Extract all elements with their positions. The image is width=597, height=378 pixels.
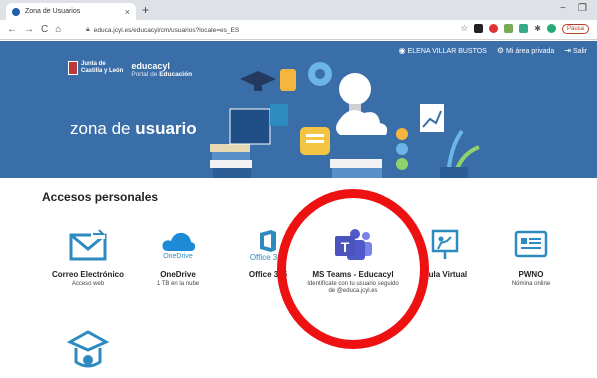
page-title: zona de usuario	[70, 119, 197, 139]
app-sub: Nómina online	[511, 281, 551, 287]
brand-name: educacyl	[131, 61, 170, 71]
portal-prefix: Portal de	[131, 71, 160, 78]
avatar[interactable]	[546, 24, 556, 33]
pwno-icon	[509, 226, 553, 264]
reload-icon[interactable]: C	[41, 24, 48, 35]
back-icon[interactable]: ←	[7, 24, 17, 35]
aula-virtual-icon	[423, 226, 467, 264]
zona-bold: usuario	[135, 119, 197, 138]
extension-icon[interactable]	[474, 24, 484, 33]
pause-badge[interactable]: Pausa	[561, 23, 589, 34]
portal-subtitle: Portal de Educación	[131, 71, 192, 78]
puzzle-icon[interactable]: ✱	[534, 24, 541, 33]
app-pwno[interactable]: PWNO Nómina online	[476, 226, 586, 288]
tab-title: Zona de Usuarios	[25, 8, 81, 15]
browser-tab[interactable]: Zona de Usuarios ×	[6, 3, 136, 20]
address-bar[interactable]: 🔒︎ educa.jcyl.es/educacyl/cm/usuarios?lo…	[86, 23, 466, 37]
section-title: Accesos personales	[42, 190, 159, 204]
office-icon: Office 365	[246, 226, 290, 264]
lock-icon: 🔒︎	[86, 26, 90, 33]
education-illustration	[210, 62, 480, 178]
zona-prefix: zona de	[70, 119, 136, 138]
mail-icon	[66, 226, 110, 264]
onedrive-icon: OneDrive	[156, 226, 200, 264]
forward-icon[interactable]: →	[24, 24, 34, 35]
site-logo[interactable]: Junta de Castilla y León educacyl Portal…	[68, 61, 192, 78]
svg-text:T: T	[341, 239, 350, 255]
logout-link[interactable]: ⇥ Salir	[564, 46, 587, 55]
logout-label: Salir	[572, 48, 587, 55]
extension-icon[interactable]	[489, 24, 499, 33]
logout-icon: ⇥	[564, 46, 571, 55]
graduation-shield-icon[interactable]	[66, 328, 110, 378]
new-tab-button[interactable]: +	[142, 3, 149, 17]
extension-icon[interactable]	[519, 24, 529, 33]
teams-icon: T	[331, 226, 375, 264]
private-area-link[interactable]: ⚙ Mi área privada	[497, 46, 554, 55]
url-text: educa.jcyl.es/educacyl/cm/usuarios?local…	[93, 26, 240, 34]
onedrive-icon-label: OneDrive	[163, 252, 193, 260]
extension-icon[interactable]	[504, 24, 514, 33]
logo-line2: Castilla y León	[81, 68, 124, 74]
crest-icon	[68, 61, 78, 75]
restore-button[interactable]: ❐	[578, 3, 587, 14]
private-area-label: Mi área privada	[506, 48, 555, 55]
home-icon[interactable]: ⌂	[55, 24, 61, 35]
app-sub: 1 TB en la nube	[156, 281, 200, 287]
browser-tab-bar: Zona de Usuarios × + − ❐	[0, 0, 597, 20]
office-icon-label: Office 365	[249, 252, 287, 262]
logo-line1: Junta de	[81, 61, 106, 67]
extensions-area: ☆ ✱ Pausa	[460, 23, 589, 34]
bookmark-star-icon[interactable]: ☆	[460, 23, 468, 34]
favicon-icon	[12, 7, 20, 16]
portal-bold: Educación	[159, 71, 193, 78]
tab-close-icon[interactable]: ×	[125, 7, 130, 17]
minimize-button[interactable]: −	[560, 3, 566, 14]
app-sub: Identifícate con tu usuario seguido de @…	[307, 281, 399, 294]
browser-toolbar: ← → C ⌂ 🔒︎ educa.jcyl.es/educacyl/cm/usu…	[0, 20, 597, 40]
app-name: PWNO	[518, 270, 544, 279]
header-banner: ◉ ELENA VILLAR BUSTOS ⚙ Mi área privada ⇥ S…	[0, 41, 597, 178]
